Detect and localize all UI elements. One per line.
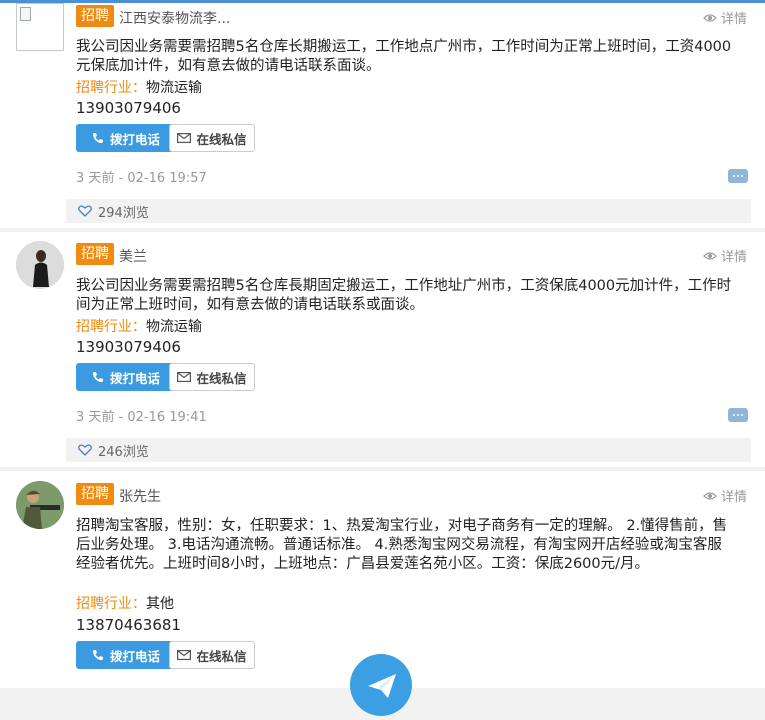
eye-icon: [703, 491, 717, 500]
poster-name[interactable]: 张先生: [119, 486, 161, 506]
comment-icon[interactable]: [728, 408, 748, 422]
message-button[interactable]: 在线私信: [169, 124, 255, 152]
industry-value: 其他: [146, 596, 174, 612]
envelope-icon: [177, 650, 192, 660]
envelope-icon: [177, 133, 192, 143]
avatar[interactable]: [16, 241, 64, 289]
avatar[interactable]: [16, 481, 64, 529]
industry-line: 招聘行业：其他: [76, 593, 174, 613]
industry-value: 物流运输: [146, 80, 202, 96]
post-time: 3 天前 - 02-16 19:41: [76, 410, 207, 425]
envelope-icon: [177, 372, 192, 382]
detail-label: 详情: [720, 250, 747, 265]
post-time: 3 天前 - 02-16 19:57: [76, 171, 207, 186]
message-label: 在线私信: [196, 648, 247, 664]
eye-icon: [703, 251, 717, 260]
industry-label: 招聘行业：: [76, 80, 146, 96]
post-description: 我公司因业务需要需招聘5名仓库长期搬运工，工作地点广州市，工作时间为正常上班时间…: [76, 39, 732, 74]
paper-plane-icon: [368, 674, 396, 698]
detail-label: 详情: [720, 12, 747, 27]
post-description: 我公司因业务需要需招聘5名仓库長期固定搬运工，工作地址广州市，工资保底4000元…: [76, 278, 732, 313]
call-button[interactable]: 拨打电话: [76, 641, 176, 669]
recruit-badge: 招聘: [76, 483, 114, 505]
recruit-badge: 招聘: [76, 5, 114, 27]
detail-link[interactable]: 详情: [703, 486, 747, 505]
call-label: 拨打电话: [109, 370, 160, 386]
post-card: 招聘 江西安泰物流李... 详情 我公司因业务需要需招聘5名仓库长期搬运工，工作…: [0, 3, 765, 228]
heart-icon[interactable]: [78, 444, 92, 456]
publish-fab[interactable]: [350, 654, 412, 716]
phone-icon: [92, 133, 103, 144]
detail-link[interactable]: 详情: [703, 8, 747, 27]
view-count: 294浏览: [98, 205, 149, 221]
view-count: 246浏览: [98, 444, 149, 460]
phone-number: 13903079406: [76, 338, 181, 356]
message-button[interactable]: 在线私信: [169, 641, 255, 669]
message-label: 在线私信: [196, 370, 247, 386]
call-button[interactable]: 拨打电话: [76, 124, 176, 152]
detail-label: 详情: [720, 490, 747, 505]
call-label: 拨打电话: [109, 131, 160, 147]
message-label: 在线私信: [196, 131, 247, 147]
view-stats: 246浏览: [66, 438, 751, 462]
call-button[interactable]: 拨打电话: [76, 363, 176, 391]
eye-icon: [703, 13, 717, 22]
industry-line: 招聘行业：物流运输: [76, 77, 202, 97]
detail-link[interactable]: 详情: [703, 246, 747, 265]
heart-icon[interactable]: [78, 205, 92, 217]
poster-name[interactable]: 美兰: [119, 246, 147, 266]
message-button[interactable]: 在线私信: [169, 363, 255, 391]
industry-label: 招聘行业：: [76, 596, 146, 612]
industry-line: 招聘行业：物流运输: [76, 316, 202, 336]
recruit-badge: 招聘: [76, 243, 114, 265]
post-description: 招聘淘宝客服，性别：女，任职要求：1、热爱淘宝行业，对电子商务有一定的理解。 2…: [76, 518, 728, 572]
view-stats: 294浏览: [66, 199, 751, 223]
phone-number: 13903079406: [76, 99, 181, 117]
broken-image-icon: [20, 7, 31, 21]
phone-icon: [92, 650, 103, 661]
phone-icon: [92, 372, 103, 383]
poster-name[interactable]: 江西安泰物流李...: [119, 8, 230, 28]
comment-icon[interactable]: [728, 169, 748, 183]
call-label: 拨打电话: [109, 648, 160, 664]
industry-label: 招聘行业：: [76, 319, 146, 335]
industry-value: 物流运输: [146, 319, 202, 335]
phone-number: 13870463681: [76, 616, 181, 634]
avatar[interactable]: [16, 3, 64, 51]
post-card: 招聘 美兰 详情 我公司因业务需要需招聘5名仓库長期固定搬运工，工作地址广州市，…: [0, 232, 765, 467]
